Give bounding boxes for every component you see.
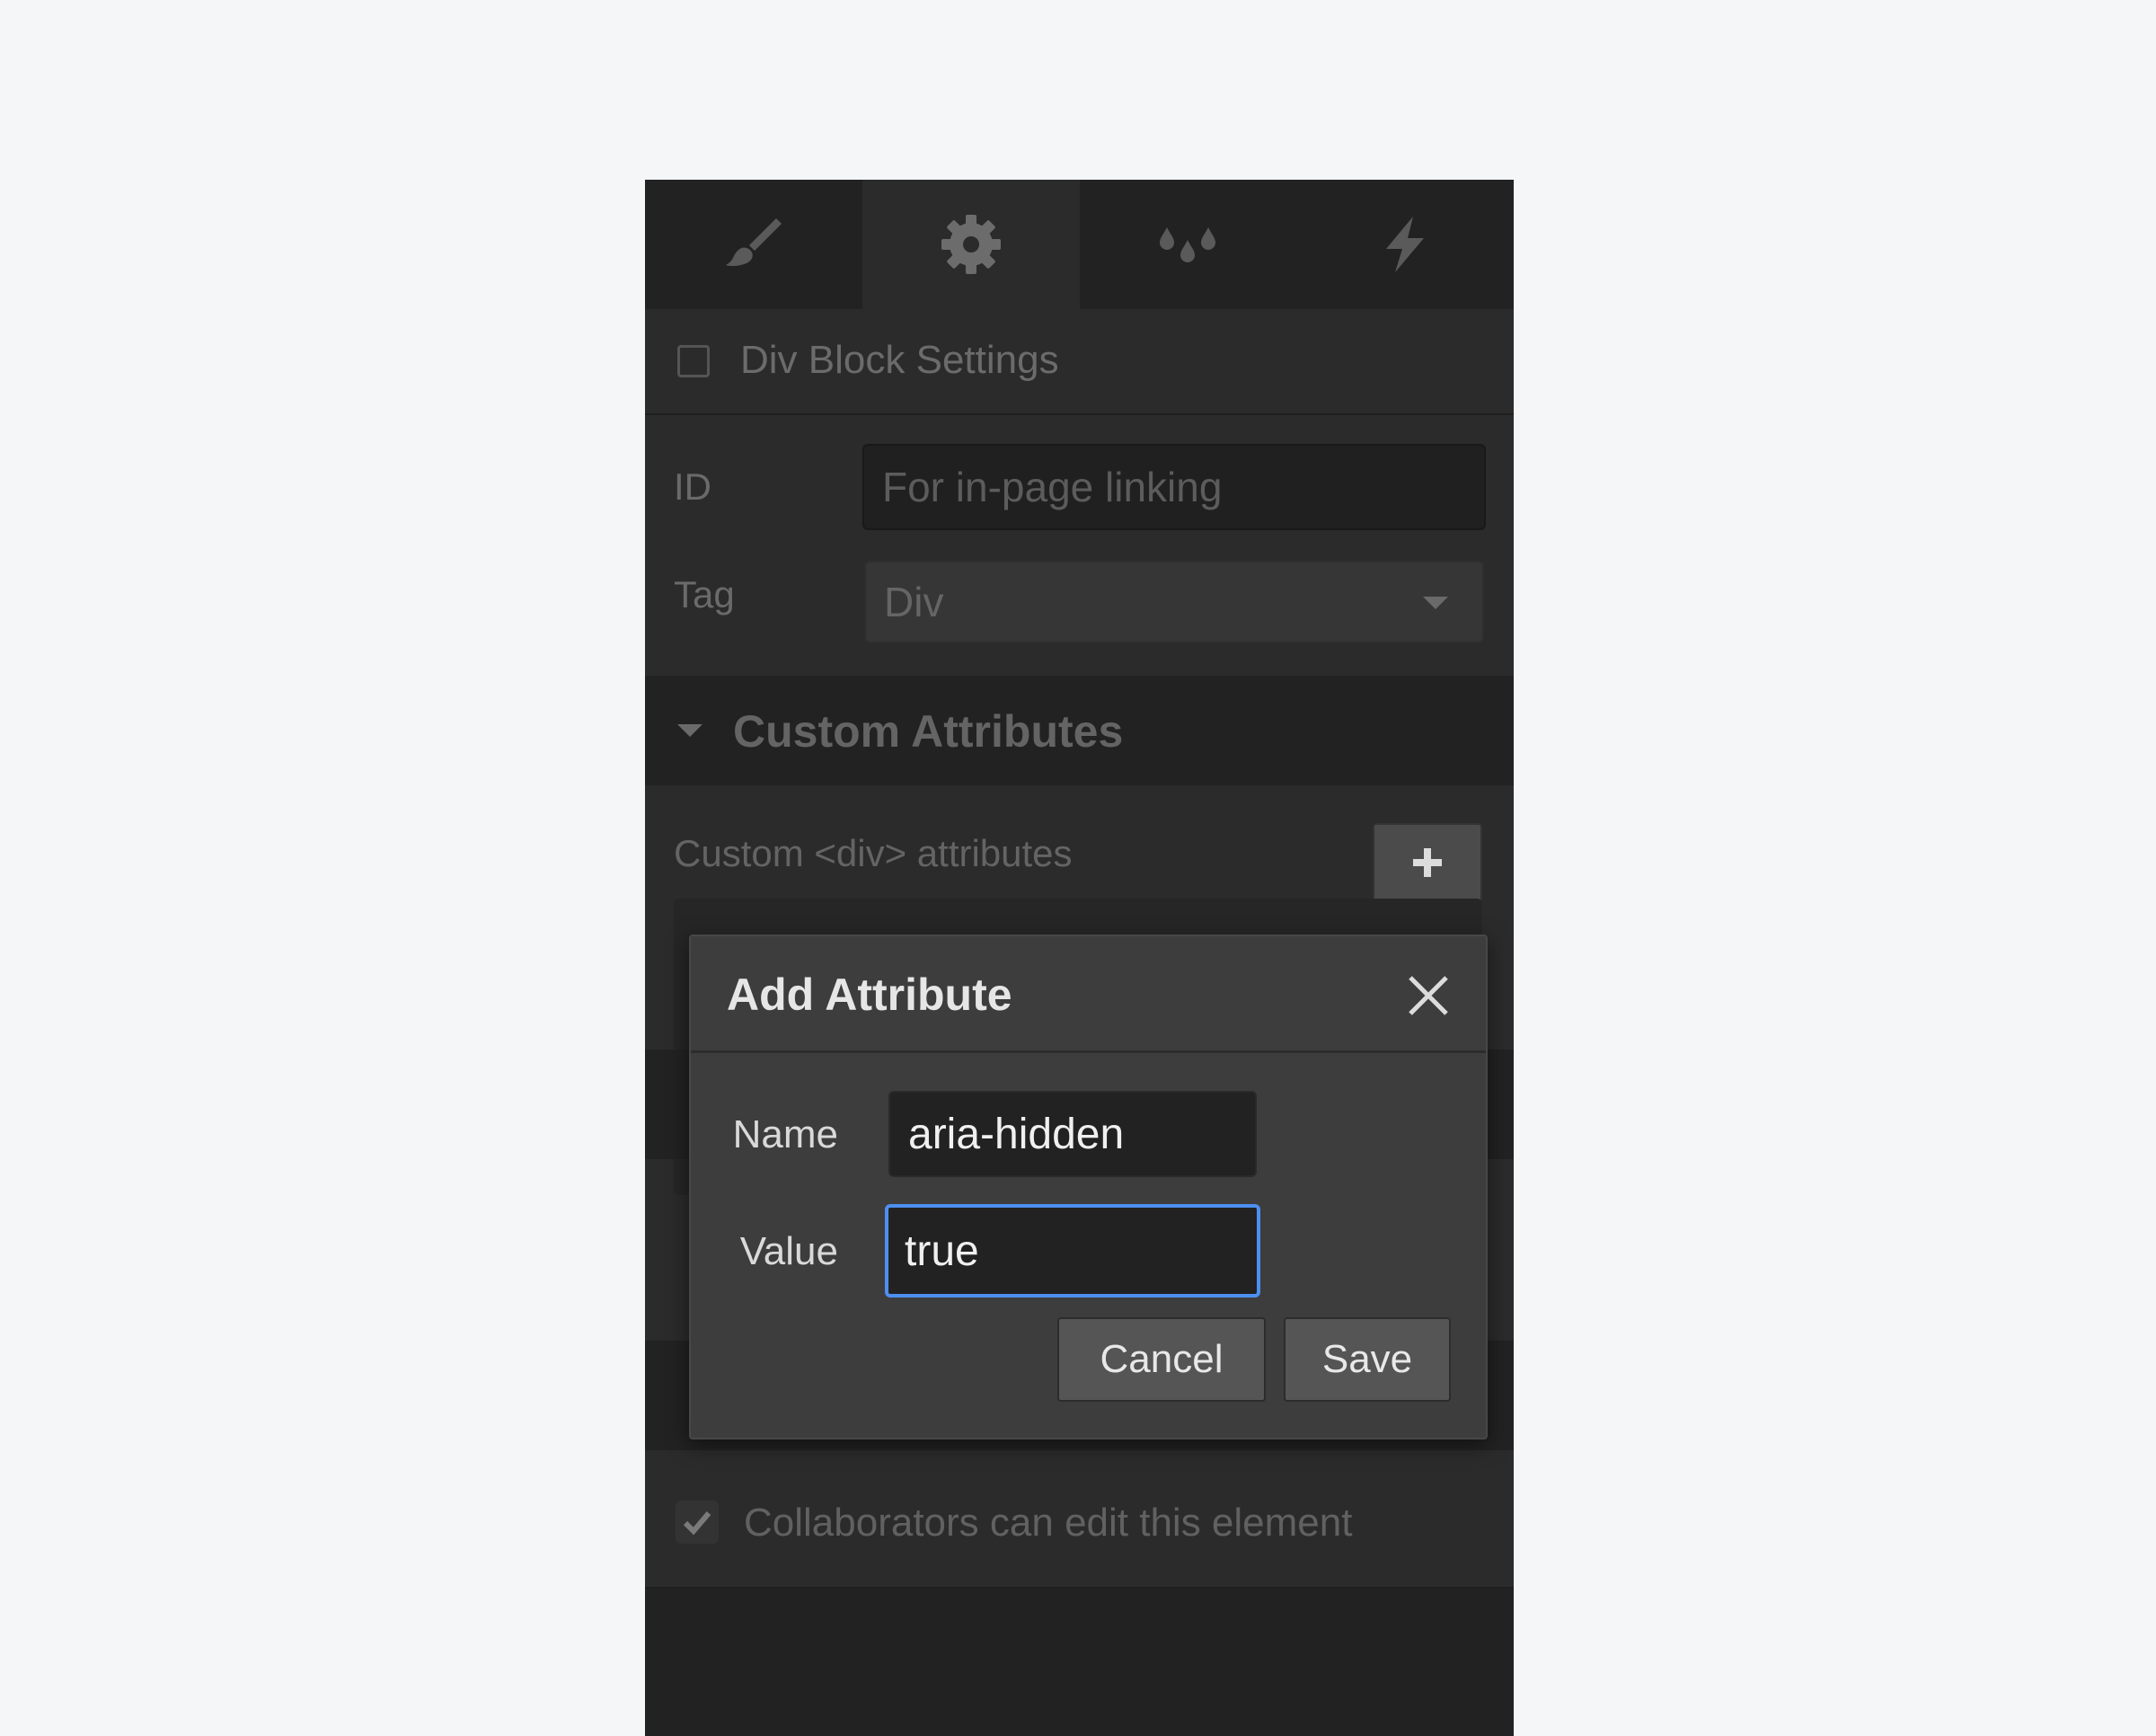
value-label: Value bbox=[739, 1229, 838, 1273]
collapse-triangle-icon bbox=[677, 724, 702, 737]
attribute-value-value: true bbox=[905, 1227, 979, 1275]
modal-title: Add Attribute bbox=[727, 970, 1012, 1020]
checkmark-icon bbox=[683, 1511, 711, 1536]
block-settings-header: Div Block Settings bbox=[645, 309, 1514, 415]
id-placeholder: For in-page linking bbox=[882, 464, 1223, 510]
custom-attributes-list-label: Custom <div> attributes bbox=[674, 832, 1073, 874]
lightning-icon bbox=[1386, 217, 1425, 272]
tab-style-manager[interactable] bbox=[1080, 180, 1297, 309]
close-icon[interactable] bbox=[1403, 970, 1454, 1021]
plus-icon bbox=[1413, 848, 1442, 877]
custom-attributes-header[interactable]: Custom Attributes bbox=[645, 676, 1514, 785]
save-button[interactable]: Save bbox=[1284, 1317, 1451, 1402]
cancel-button[interactable]: Cancel bbox=[1057, 1317, 1266, 1402]
panel-tab-bar bbox=[645, 180, 1514, 309]
tab-settings[interactable] bbox=[862, 180, 1080, 309]
gear-icon bbox=[941, 215, 1001, 274]
chevron-down-icon bbox=[1423, 597, 1448, 609]
attribute-value-input[interactable]: true bbox=[885, 1204, 1260, 1298]
block-settings-checkbox[interactable] bbox=[677, 345, 710, 377]
collaborators-label: Collaborators can edit this element bbox=[744, 1501, 1353, 1545]
tab-style[interactable] bbox=[645, 180, 862, 309]
add-attribute-modal: Add Attribute Name aria-hidden Value tru… bbox=[689, 934, 1488, 1439]
custom-attributes-title: Custom Attributes bbox=[733, 706, 1124, 757]
attribute-name-input[interactable]: aria-hidden bbox=[888, 1091, 1257, 1177]
modal-header: Add Attribute bbox=[691, 936, 1486, 1053]
attribute-name-value: aria-hidden bbox=[908, 1110, 1125, 1158]
id-label: ID bbox=[674, 465, 711, 508]
tag-label: Tag bbox=[674, 573, 735, 616]
add-attribute-button[interactable] bbox=[1373, 823, 1482, 902]
tag-select[interactable]: Div bbox=[864, 561, 1484, 643]
paintbrush-icon bbox=[725, 218, 782, 267]
id-input[interactable]: For in-page linking bbox=[862, 444, 1486, 530]
tag-select-value: Div bbox=[884, 579, 944, 625]
drops-icon bbox=[1160, 227, 1216, 262]
panel-footer bbox=[645, 1589, 1514, 1736]
tab-interactions[interactable] bbox=[1296, 180, 1514, 309]
collaborators-checkbox[interactable] bbox=[676, 1501, 719, 1544]
name-label: Name bbox=[732, 1112, 838, 1156]
block-settings-title: Div Block Settings bbox=[740, 338, 1059, 382]
